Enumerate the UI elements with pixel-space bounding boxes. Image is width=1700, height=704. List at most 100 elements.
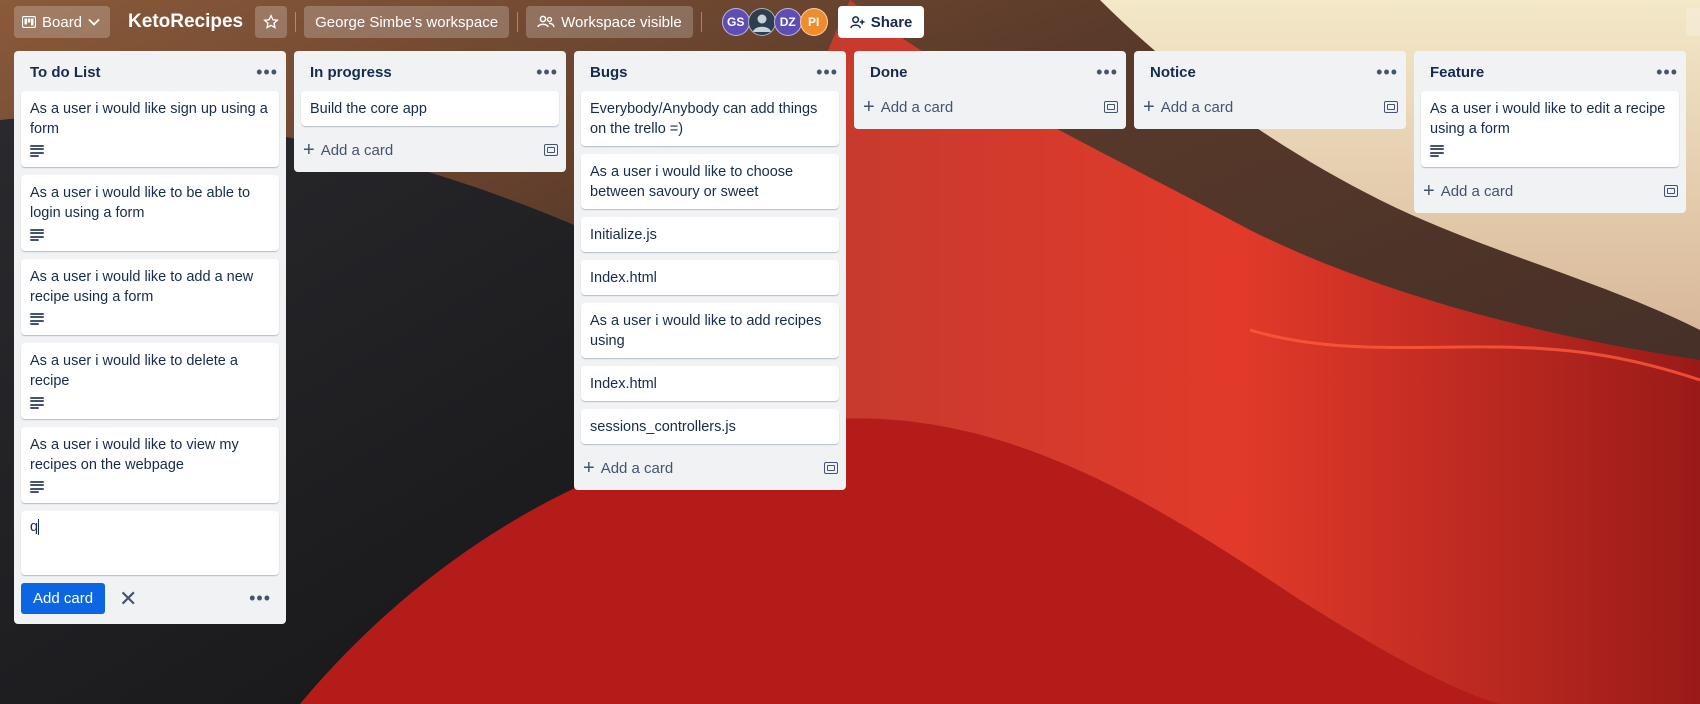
card-title: As a user i would like to edit a recipe … [1430, 101, 1666, 137]
share-button[interactable]: Share [837, 6, 925, 38]
add-a-card-button[interactable]: + Add a card [863, 97, 953, 117]
workspace-button[interactable]: George Simbe's workspace [304, 6, 510, 38]
visibility-button[interactable]: Workspace visible [526, 6, 693, 38]
card[interactable]: Initialize.js [581, 217, 839, 252]
add-a-card-label: Add a card [880, 98, 954, 116]
profile-photo-icon [752, 14, 771, 32]
close-icon[interactable]: ✕ [119, 587, 137, 610]
create-from-template-icon[interactable] [824, 462, 838, 474]
member-avatar[interactable]: PI [799, 8, 828, 36]
plus-icon: + [863, 96, 875, 118]
board-icon [22, 16, 36, 28]
avatar-initials: DZ [779, 15, 796, 29]
card[interactable]: As a user i would like to delete a recip… [21, 343, 279, 419]
card[interactable]: As a user i would like to edit a recipe … [1421, 91, 1679, 167]
card[interactable]: As a user i would like to view my recipe… [21, 427, 279, 503]
composer-options-button[interactable]: ••• [249, 588, 271, 609]
add-a-card-button[interactable]: + Add a card [303, 140, 393, 160]
card-title: As a user i would like to be able to log… [30, 185, 251, 221]
description-icon [30, 397, 44, 409]
add-a-card-label: Add a card [1440, 182, 1514, 200]
star-board-button[interactable] [255, 6, 288, 38]
menu-toggle-button[interactable] [1686, 8, 1700, 36]
add-a-card-button[interactable]: + Add a card [1423, 181, 1513, 201]
card[interactable]: Everybody/Anybody can add things on the … [581, 91, 839, 146]
board-switch-label: Board [42, 13, 83, 31]
add-card-button[interactable]: Add card [21, 583, 106, 614]
header-divider [295, 12, 297, 32]
list-title[interactable]: To do List [30, 64, 101, 81]
list-title[interactable]: In progress [310, 64, 392, 81]
card-title: Index.html [590, 376, 657, 392]
list-title[interactable]: Bugs [590, 64, 628, 81]
list-done: Done ••• + Add a card [854, 51, 1126, 129]
card[interactable]: As a user i would like to add a new reci… [21, 259, 279, 335]
board-title[interactable]: KetoRecipes [128, 11, 243, 33]
plus-icon: + [583, 457, 595, 479]
add-card-row: + Add a card [1134, 91, 1406, 125]
add-a-card-label: Add a card [320, 141, 394, 159]
list-header: Notice ••• [1134, 51, 1406, 91]
new-card-textarea[interactable]: q [21, 511, 279, 575]
card[interactable]: Index.html [581, 260, 839, 295]
create-from-template-icon[interactable] [1664, 185, 1678, 197]
list-actions-button[interactable]: ••• [1656, 63, 1678, 81]
description-icon [30, 145, 44, 157]
create-from-template-icon[interactable] [544, 144, 558, 156]
member-avatar[interactable]: GS [721, 8, 750, 36]
list-actions-button[interactable]: ••• [256, 63, 278, 81]
add-card-row: + Add a card [574, 452, 846, 486]
card[interactable]: As a user i would like sign up using a f… [21, 91, 279, 167]
list-feature: Feature ••• As a user i would like to ed… [1414, 51, 1686, 213]
header-divider [517, 12, 519, 32]
add-card-row: + Add a card [854, 91, 1126, 125]
card-title: As a user i would like to add recipes us… [590, 313, 822, 349]
chevron-down-icon [88, 18, 100, 26]
card[interactable]: Index.html [581, 366, 839, 401]
plus-icon: + [303, 139, 315, 161]
card[interactable]: Build the core app [301, 91, 559, 126]
list-header: Feature ••• [1414, 51, 1686, 91]
member-avatar[interactable]: DZ [773, 8, 802, 36]
list-actions-button[interactable]: ••• [536, 63, 558, 81]
list-title[interactable]: Notice [1150, 64, 1196, 81]
card-list: As a user i would like sign up using a f… [14, 91, 286, 575]
avatar-initials: GS [727, 15, 745, 29]
list-actions-button[interactable]: ••• [1376, 63, 1398, 81]
add-a-card-button[interactable]: + Add a card [1143, 97, 1233, 117]
description-icon [30, 481, 44, 493]
card-title: sessions_controllers.js [590, 419, 736, 435]
member-avatar[interactable] [747, 8, 776, 36]
card-title: As a user i would like sign up using a f… [30, 101, 268, 137]
list-actions-button[interactable]: ••• [1096, 63, 1118, 81]
create-from-template-icon[interactable] [1384, 101, 1398, 113]
list-title[interactable]: Done [870, 64, 908, 81]
board-view-switcher[interactable]: Board [14, 6, 111, 38]
card[interactable]: As a user i would like to be able to log… [21, 175, 279, 251]
list-actions-button[interactable]: ••• [816, 63, 838, 81]
list-header: To do List ••• [14, 51, 286, 91]
list-title[interactable]: Feature [1430, 64, 1484, 81]
card-title: As a user i would like to view my recipe… [30, 437, 239, 473]
card-list: Everybody/Anybody can add things on the … [574, 91, 846, 444]
plus-icon: + [1423, 180, 1435, 202]
list-notice: Notice ••• + Add a card [1134, 51, 1406, 129]
description-icon [30, 229, 44, 241]
list-in-progress: In progress ••• Build the core app + Add… [294, 51, 566, 172]
card-title: Build the core app [310, 101, 427, 117]
add-a-card-label: Add a card [600, 459, 674, 477]
card[interactable]: sessions_controllers.js [581, 409, 839, 444]
add-a-card-button[interactable]: + Add a card [583, 458, 673, 478]
add-card-row: + Add a card [294, 134, 566, 168]
card[interactable]: As a user i would like to choose between… [581, 154, 839, 209]
header-divider [700, 12, 702, 32]
create-from-template-icon[interactable] [1104, 101, 1118, 113]
card-list: As a user i would like to edit a recipe … [1414, 91, 1686, 167]
avatar-initials: PI [808, 15, 820, 29]
add-person-icon [849, 15, 865, 28]
card-title: As a user i would like to choose between… [590, 164, 794, 200]
board-lists: To do List ••• As a user i would like si… [14, 51, 1686, 624]
list-to-do: To do List ••• As a user i would like si… [14, 51, 286, 624]
card[interactable]: As a user i would like to add recipes us… [581, 303, 839, 358]
list-header: In progress ••• [294, 51, 566, 91]
